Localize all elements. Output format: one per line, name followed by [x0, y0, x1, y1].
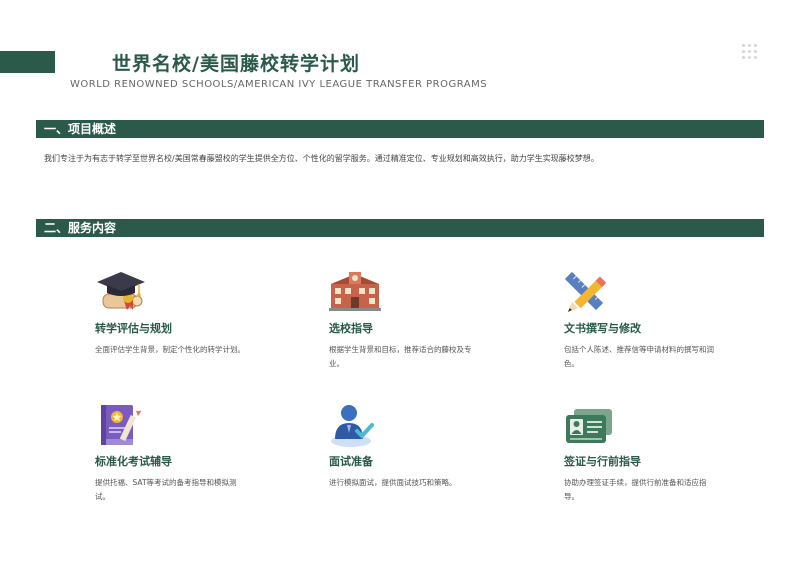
school-building-icon: [329, 272, 381, 311]
service-title: 标准化考试辅导: [95, 455, 172, 468]
service-title: 文书撰写与修改: [564, 322, 641, 335]
section-header-overview: 一、项目概述: [36, 120, 764, 138]
overview-text: 我们专注于为有志于转学至世界名校/美国常春藤盟校的学生提供全方位、个性化的留学服…: [44, 154, 599, 163]
id-card-icon: [566, 409, 612, 443]
graduation-cap-icon: [97, 272, 145, 310]
service-title: 签证与行前指导: [564, 455, 641, 468]
service-description: 提供托福、SAT等考试的备考指导和模拟测试。: [95, 478, 237, 501]
page-title: 世界名校/美国藤校转学计划: [112, 53, 360, 75]
service-card-essay-writing: 文书撰写与修改 包括个人陈述、推荐信等申请材料的撰写和润色。: [564, 268, 724, 371]
service-title: 转学评估与规划: [95, 322, 172, 335]
service-title: 面试准备: [329, 455, 373, 468]
service-card-transfer-planning: 转学评估与规划 全面评估学生背景，制定个性化的转学计划。: [95, 268, 255, 357]
section-header-services: 二、服务内容: [36, 219, 764, 237]
page-subtitle: WORLD RENOWNED SCHOOLS/AMERICAN IVY LEAG…: [70, 79, 488, 90]
header-accent-bar: [0, 51, 55, 73]
service-title: 选校指导: [329, 322, 373, 335]
interview-person-icon: [331, 405, 374, 447]
service-card-visa-guidance: 签证与行前指导 协助办理签证手续，提供行前准备和适应指导。: [564, 401, 724, 504]
service-description: 根据学生背景和目标，推荐适合的藤校及专业。: [329, 345, 472, 368]
exam-book-icon: [101, 405, 142, 445]
service-description: 包括个人陈述、推荐信等申请材料的撰写和润色。: [564, 345, 714, 368]
service-description: 协助办理签证手续，提供行前准备和适应指导。: [564, 478, 707, 501]
service-card-school-selection: 选校指导 根据学生背景和目标，推荐适合的藤校及专业。: [329, 268, 489, 371]
pencil-ruler-icon: [564, 271, 607, 312]
service-card-test-prep: 标准化考试辅导 提供托福、SAT等考试的备考指导和模拟测试。: [95, 401, 255, 504]
service-card-interview-prep: 面试准备 进行模拟面试，提供面试技巧和策略。: [329, 401, 489, 490]
service-description: 全面评估学生背景，制定个性化的转学计划。: [95, 345, 245, 354]
service-description: 进行模拟面试，提供面试技巧和策略。: [329, 478, 457, 487]
